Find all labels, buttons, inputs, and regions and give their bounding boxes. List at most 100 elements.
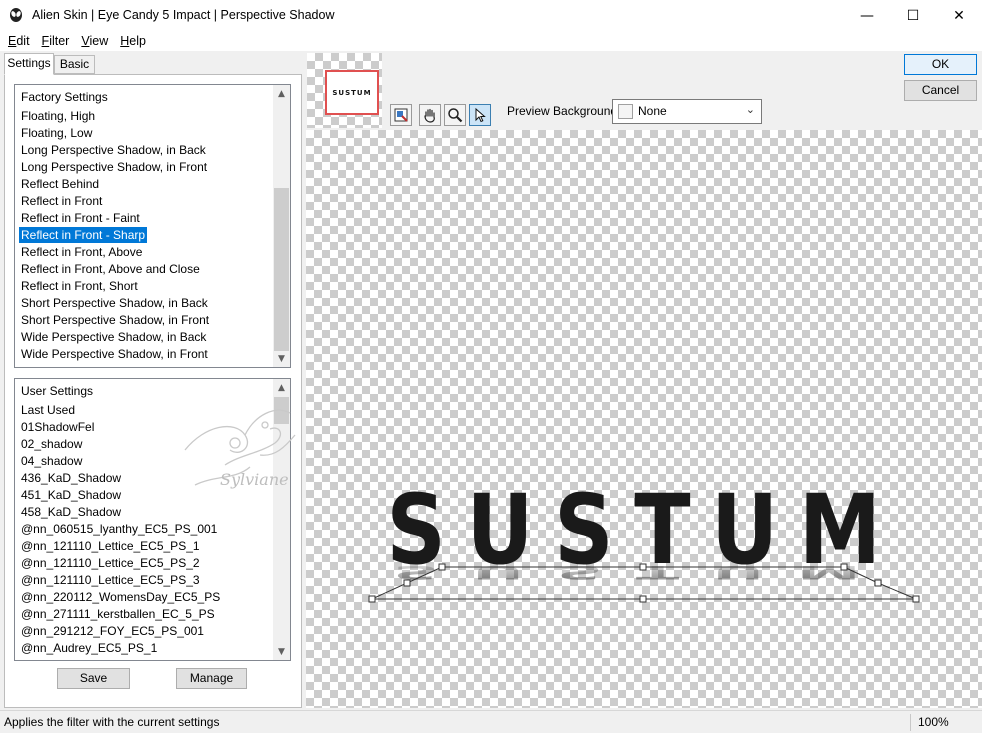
factory-settings-list-item[interactable]: Reflect in Front - Faint [15,210,273,227]
factory-settings-list-item[interactable]: Floating, High [15,108,273,125]
user-settings-item-label: 04_shadow [21,454,83,468]
factory-settings-list-item[interactable]: Short Perspective Shadow, in Back [15,295,273,312]
factory-settings-list[interactable]: Factory Settings Floating, High Floating,… [14,84,291,368]
window-title: Alien Skin | Eye Candy 5 Impact | Perspe… [32,8,335,22]
factory-settings-header: Factory Settings [21,90,108,104]
save-button[interactable]: Save [57,668,130,689]
hand-tool-button[interactable] [419,104,441,126]
factory-settings-item-label: Reflect in Front, Above [21,245,143,259]
menu-filter[interactable]: Filter [36,31,76,51]
factory-settings-item-label: Reflect Behind [21,177,100,191]
user-settings-item-label: @nn_220112_WomensDay_EC5_PS [21,590,221,604]
minimize-button[interactable]: — [844,0,890,31]
user-settings-item-label: @nn_121110_Lettice_EC5_PS_3 [21,573,200,587]
scroll-down-icon[interactable]: ▼ [273,643,290,660]
pointer-tool-button[interactable] [469,104,491,126]
menu-view[interactable]: View [75,31,114,51]
factory-settings-list-item[interactable]: Long Perspective Shadow, in Front [15,159,273,176]
factory-settings-item-label: Reflect in Front, Above and Close [21,262,200,276]
menu-edit[interactable]: Edit [2,31,36,51]
factory-settings-list-item[interactable]: Reflect in Front [15,193,273,210]
factory-settings-list-item[interactable]: Short Perspective Shadow, in Front [15,312,273,329]
factory-settings-list-item[interactable]: Reflect in Front, Above and Close [15,261,273,278]
factory-settings-scrollbar[interactable]: ▲ ▼ [273,85,290,367]
user-settings-item-label: @nn_271111_kerstballen_EC_5_PS [21,607,215,621]
user-settings-item-label: 458_KaD_Shadow [21,505,122,519]
chevron-down-icon: ⌄ [745,103,755,116]
zoom-icon [448,108,463,123]
preview-background-value: None [638,104,667,118]
maximize-button[interactable]: ☐ [890,0,936,31]
handle-top-center[interactable] [639,563,647,571]
factory-settings-list-item[interactable]: Reflect in Front - Sharp [15,227,273,244]
menu-help[interactable]: Help [114,31,152,51]
factory-settings-item-label: Floating, High [21,109,96,123]
zoom-level: 100% [918,715,949,729]
watermark-flourish: Sylviane [184,409,296,489]
factory-settings-list-item[interactable]: Reflect in Front, Above [15,244,273,261]
preview-background-select[interactable]: None ⌄ [612,99,762,124]
hand-icon [424,108,435,123]
handle-bottom-center[interactable] [639,595,647,603]
status-text: Applies the filter with the current sett… [4,715,220,729]
close-button[interactable]: ✕ [936,0,982,31]
ok-button[interactable]: OK [904,54,977,75]
preview-canvas[interactable]: SUSTUM SUSTUM [306,130,982,708]
user-settings-item-label: @nn_121110_Lettice_EC5_PS_2 [21,556,200,570]
factory-settings-item-label: Floating, Low [21,126,93,140]
scroll-thumb[interactable] [274,188,289,351]
user-settings-item-label: @nn_291212_FOY_EC5_PS_001 [21,624,204,638]
user-settings-item-label: 451_KaD_Shadow [21,488,122,502]
watermark-signature: Sylviane [220,470,289,489]
factory-settings-item-label: Reflect in Front [21,194,103,208]
factory-settings-item-label: Long Perspective Shadow, in Front [21,160,208,174]
factory-settings-items: Factory Settings Floating, High Floating,… [15,85,273,367]
cancel-button[interactable]: Cancel [904,80,977,101]
preview-background-label: Preview Background: [507,104,621,118]
factory-settings-list-item[interactable]: Long Perspective Shadow, in Back [15,142,273,159]
handle-mid-right[interactable] [874,579,882,587]
factory-settings-list-item[interactable]: Reflect Behind [15,176,273,193]
scroll-down-icon[interactable]: ▼ [273,350,290,367]
handle-bottom-left[interactable] [368,595,376,603]
handle-bottom-right[interactable] [912,595,920,603]
factory-settings-item-label: Wide Perspective Shadow, in Back [21,330,207,344]
factory-settings-list-item[interactable]: Floating, Low [15,125,273,142]
user-settings-list-item[interactable]: @nn_Audrey_EC5_PS_1 [15,640,273,657]
menu-bar: Edit Filter View Help [0,31,982,51]
user-settings-list-item[interactable]: @nn_220112_WomensDay_EC5_PS [15,589,273,606]
manage-button[interactable]: Manage [176,668,247,689]
status-bar: Applies the filter with the current sett… [0,710,982,733]
factory-settings-list-item[interactable]: Wide Perspective Shadow, in Front [15,346,273,363]
user-settings-list-item[interactable]: @nn_121110_Lettice_EC5_PS_2 [15,555,273,572]
handle-top-right[interactable] [840,563,848,571]
handle-mid-left[interactable] [403,579,411,587]
factory-settings-list-item[interactable]: Reflect in Front, Short [15,278,273,295]
factory-settings-item-label: Reflect in Front - Sharp [19,227,148,243]
tab-basic[interactable]: Basic [54,55,95,74]
user-settings-list-item[interactable]: @nn_291212_FOY_EC5_PS_001 [15,623,273,640]
zoom-tool-button[interactable] [444,104,466,126]
navigator-tool-button[interactable] [390,104,412,126]
handle-top-left[interactable] [438,563,446,571]
user-settings-item-label: 436_KaD_Shadow [21,471,122,485]
user-settings-item-label: Last Used [21,403,76,417]
user-settings-item-label: 01ShadowFel [21,420,95,434]
alien-skin-app-icon [10,8,22,22]
navigator-icon [394,108,408,122]
user-settings-list-item[interactable]: @nn_121110_Lettice_EC5_PS_1 [15,538,273,555]
factory-settings-item-label: Long Perspective Shadow, in Back [21,143,206,157]
user-settings-list-item[interactable]: @nn_271111_kerstballen_EC_5_PS [15,606,273,623]
scroll-up-icon[interactable]: ▲ [273,379,290,396]
background-swatch [618,104,633,119]
user-settings-item-label: @nn_Audrey_EC5_PS_1 [21,641,158,655]
factory-settings-list-item[interactable]: Wide Perspective Shadow, in Back [15,329,273,346]
thumbnail-view-frame[interactable]: SUSTUM [325,70,379,115]
scroll-up-icon[interactable]: ▲ [273,85,290,102]
factory-settings-item-label: Short Perspective Shadow, in Back [21,296,208,310]
thumbnail-text: SUSTUM [332,88,372,97]
tab-settings[interactable]: Settings [4,53,54,75]
pointer-icon [475,107,486,123]
title-bar: Alien Skin | Eye Candy 5 Impact | Perspe… [0,0,982,31]
user-settings-list-item[interactable]: @nn_121110_Lettice_EC5_PS_3 [15,572,273,589]
